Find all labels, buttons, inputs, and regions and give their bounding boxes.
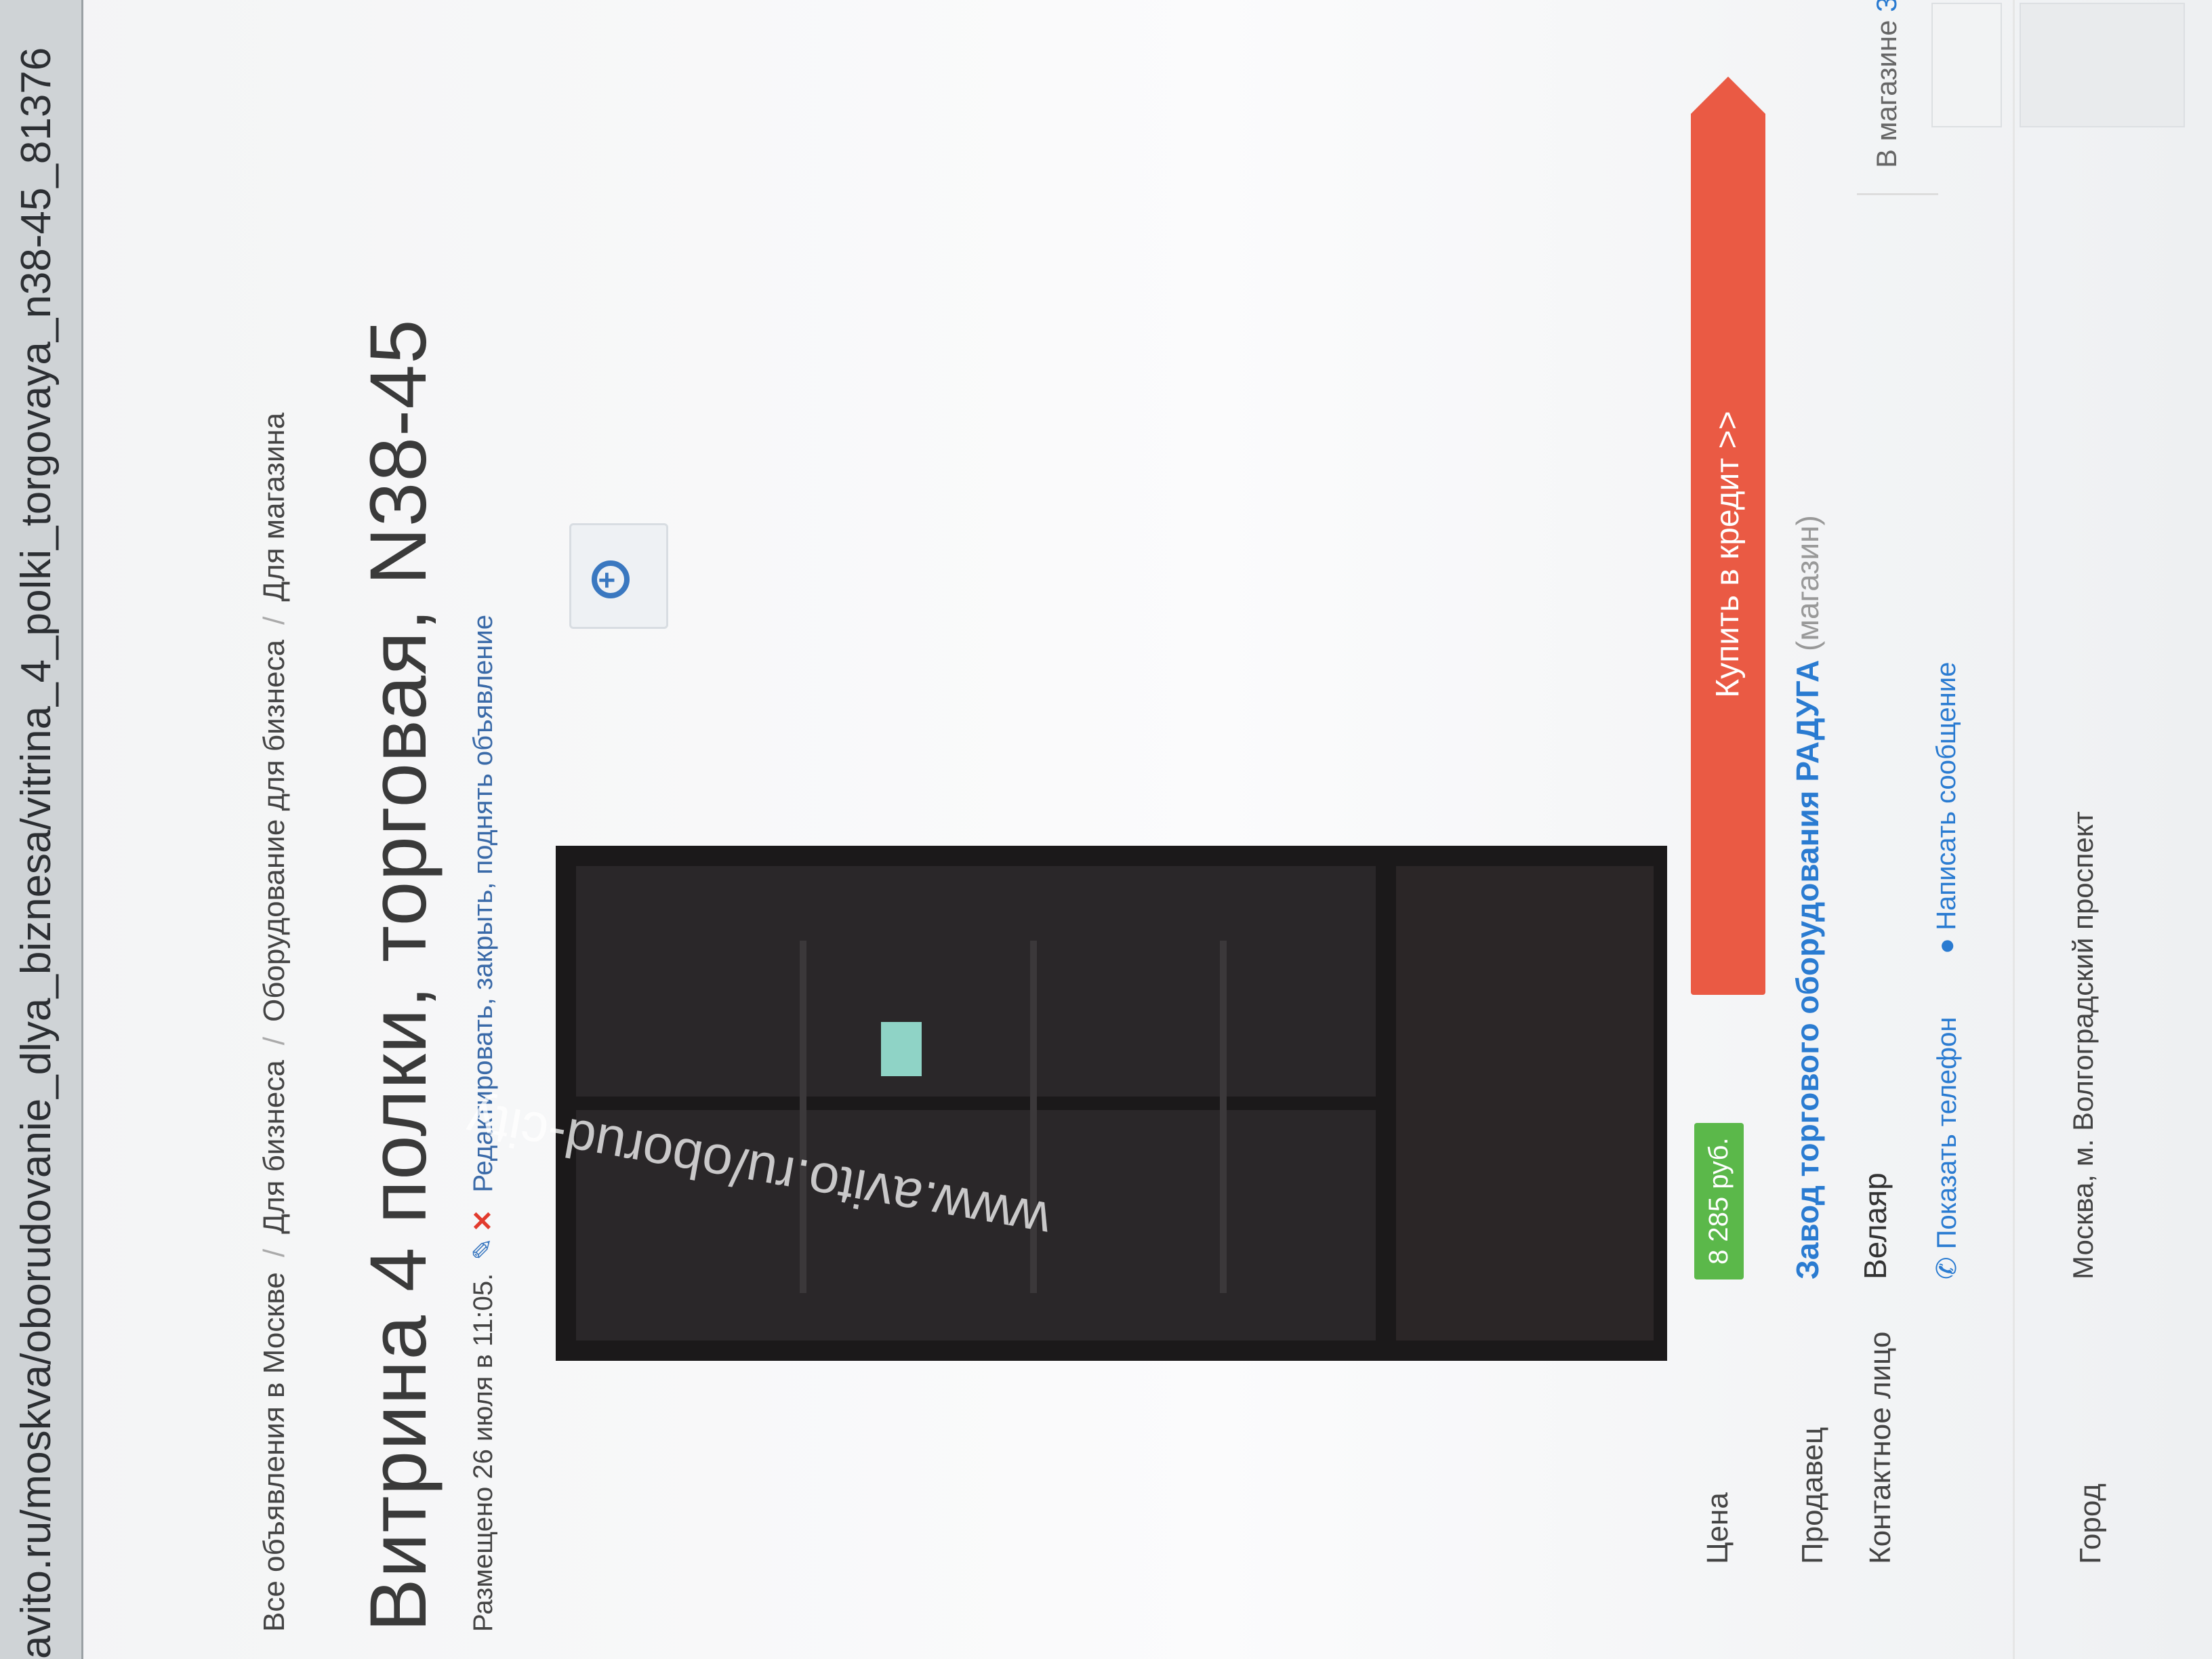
related-thumbnail[interactable] <box>1931 3 2002 127</box>
seller-name[interactable]: Завод торгового оборудования РАДУГА <box>1790 660 1825 1279</box>
write-message-button[interactable]: ● Написать сообщение <box>1931 662 1962 954</box>
cabinet-glass-right <box>576 866 1376 1097</box>
cabinet-shelf <box>800 941 806 1293</box>
close-icon[interactable]: ✕ <box>468 1210 498 1233</box>
show-phone-label: Показать телефон <box>1932 1017 1962 1250</box>
product-on-shelf <box>881 1022 922 1076</box>
seller-type: (магазин) <box>1790 515 1825 651</box>
cabinet-shelf <box>1220 941 1227 1293</box>
price-badge: 8 285 руб. <box>1694 1122 1744 1279</box>
in-store-link[interactable]: 303 объ <box>1870 0 1902 12</box>
city-label: Город <box>2074 1483 2107 1564</box>
buy-on-credit-button[interactable]: Купить в кредит >> <box>1691 114 1765 995</box>
city-value: Москва, м. Волгоградский проспект <box>2067 811 2099 1279</box>
seller-label: Продавец <box>1796 1427 1829 1564</box>
contact-name: Велаяр <box>1858 1172 1893 1279</box>
listing-page: avito.ru/moskva/oborudovanie_dlya_biznes… <box>0 0 2212 1659</box>
breadcrumb-shop[interactable]: Для магазина <box>258 413 291 602</box>
cabinet-bottom-door <box>1396 866 1654 1340</box>
breadcrumb-separator: / <box>258 1036 291 1046</box>
breadcrumb-all-moscow[interactable]: Все объявления в Москве <box>258 1272 291 1632</box>
related-thumbnail[interactable] <box>2020 3 2185 127</box>
contact-label: Контактное лицо <box>1864 1331 1897 1564</box>
divider <box>2013 0 2015 1659</box>
zoom-button[interactable] <box>569 523 668 629</box>
show-phone-button[interactable]: ✆ Показать телефон <box>1931 1017 1963 1279</box>
in-store-count: В магазине 303 объ <box>1870 0 1903 168</box>
posted-date: Размещено 26 июля в 11:05. <box>468 1273 498 1632</box>
write-message-label: Написать сообщение <box>1931 661 1961 930</box>
zoom-icon <box>592 560 630 598</box>
breadcrumb-business[interactable]: Для бизнеса <box>258 1060 291 1234</box>
phone-icon: ✆ <box>1932 1256 1962 1279</box>
edit-icon[interactable]: ✎ <box>468 1237 498 1261</box>
address-bar[interactable]: avito.ru/moskva/oborudovanie_dlya_biznes… <box>0 0 83 1659</box>
message-icon: ● <box>1931 937 1961 954</box>
in-store-prefix: В магазине <box>1870 20 1902 168</box>
seller-link[interactable]: Завод торгового оборудования РАДУГА (маг… <box>1789 515 1826 1279</box>
breadcrumb: Все объявления в Москве / Для бизнеса / Обор… <box>258 413 291 1632</box>
url-text[interactable]: avito.ru/moskva/oborudovanie_dlya_biznes… <box>12 47 60 1659</box>
page-title: Витрина 4 полки, торговая, N38-45 <box>354 319 443 1632</box>
photo-of-screen: avito.ru/moskva/oborudovanie_dlya_biznes… <box>0 0 2212 1659</box>
price-label: Цена <box>1701 1492 1734 1564</box>
breadcrumb-equipment[interactable]: Оборудование для бизнеса <box>258 640 291 1022</box>
breadcrumb-separator: / <box>258 1248 291 1258</box>
breadcrumb-separator: / <box>258 616 291 625</box>
